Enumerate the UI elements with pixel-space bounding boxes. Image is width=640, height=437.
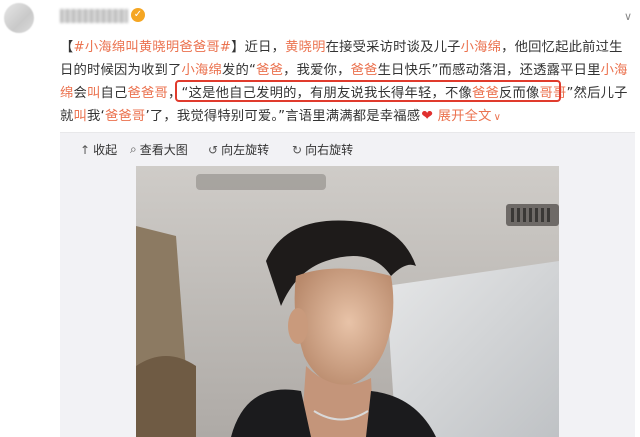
keyword: 小海绵 (460, 40, 502, 55)
rotate-left-icon: ↺ (208, 142, 219, 157)
text: ，他回忆起此前过生 (501, 40, 623, 55)
collapse-label: 收起 (93, 143, 118, 157)
text: 【 (60, 40, 74, 55)
rotate-right-icon: ↻ (292, 142, 303, 157)
quote-text: ，“这是他自己发明的，有朋友说我长得年轻，不像 (168, 86, 473, 101)
text: 就 (60, 109, 74, 124)
expand-full-text-link[interactable]: 展开全文 ∨ (438, 109, 502, 124)
text: 发的“ (221, 63, 257, 78)
keyword: 爸爸 (350, 63, 378, 78)
text: 我‘ (87, 109, 105, 124)
text: 自己 (100, 86, 128, 101)
text: ’了，我觉得特别可爱。”言语里满满都是幸福感 (145, 109, 421, 124)
keyword: 叫 (87, 86, 101, 101)
heart-icon: ❤ (421, 108, 434, 124)
chevron-down-icon[interactable]: ∨ (624, 10, 632, 23)
keyword: 爸爸哥 (127, 86, 168, 101)
expand-label: 展开全文 (437, 109, 492, 124)
post-text: 【#小海绵叫黄晓明爸爸哥#】近日，黄晓明在接受采访时谈及儿子小海绵，他回忆起此前… (60, 36, 632, 128)
chevron-down-icon: ∨ (493, 112, 502, 123)
keyword: 爸爸 (256, 63, 284, 78)
avatar[interactable] (4, 3, 34, 33)
arrow-up-icon: ↑ (80, 142, 91, 157)
post-line-1: 【#小海绵叫黄晓明爸爸哥#】近日，黄晓明在接受采访时谈及儿子小海绵，他回忆起此前… (60, 36, 632, 59)
rotate-left-button[interactable]: ↺ 向左旋转 (208, 141, 269, 158)
rotate-left-label: 向左旋转 (221, 143, 270, 157)
text: ”然后儿子 (566, 86, 628, 101)
text: 日的时候因为收到了 (60, 63, 182, 78)
image-toolbar: ↑ 收起 ⌕ 查看大图 ↺ 向左旋转 ↻ 向右旋转 (60, 132, 635, 165)
keyword: 爸爸哥 (104, 109, 146, 124)
keyword: 黄晓明 (285, 40, 326, 55)
post-photo[interactable] (136, 166, 559, 437)
topic-link[interactable]: #小海绵叫黄晓明爸爸哥# (74, 40, 232, 55)
photo-illustration (136, 166, 559, 437)
keyword: 小海绵 (181, 63, 222, 78)
text: 生日快乐”而感动落泪，还透露平日里 (377, 63, 601, 78)
collapse-button[interactable]: ↑ 收起 (80, 141, 117, 158)
quote-text: 反而像 (499, 86, 540, 101)
username[interactable]: ██████ (60, 9, 128, 23)
view-large-button[interactable]: ⌕ 查看大图 (130, 141, 188, 158)
post-line-3: 绵会叫自己爸爸哥，“这是他自己发明的，有朋友说我长得年轻，不像爸爸反而像哥哥”然… (60, 82, 632, 105)
post-line-4: 就叫我‘爸爸哥’了，我觉得特别可爱。”言语里满满都是幸福感❤ 展开全文 ∨ (60, 105, 632, 128)
post-line-2: 日的时候因为收到了小海绵发的“爸爸，我爱你，爸爸生日快乐”而感动落泪，还透露平日… (60, 59, 632, 82)
text: 在接受采访时谈及儿子 (325, 40, 461, 55)
verified-badge-icon: ✓ (131, 8, 145, 22)
text: ，我爱你， (283, 63, 351, 78)
text: 会 (73, 86, 87, 101)
text: 】近日， (231, 40, 286, 55)
rotate-right-label: 向右旋转 (305, 143, 354, 157)
view-large-label: 查看大图 (139, 143, 188, 157)
magnifier-icon: ⌕ (130, 142, 137, 156)
keyword: 绵 (60, 86, 74, 101)
keyword: 哥哥 (539, 86, 567, 101)
keyword: 小海 (600, 63, 628, 78)
keyword: 叫 (73, 109, 87, 124)
keyword: 爸爸 (472, 86, 500, 101)
rotate-right-button[interactable]: ↻ 向右旋转 (292, 141, 353, 158)
